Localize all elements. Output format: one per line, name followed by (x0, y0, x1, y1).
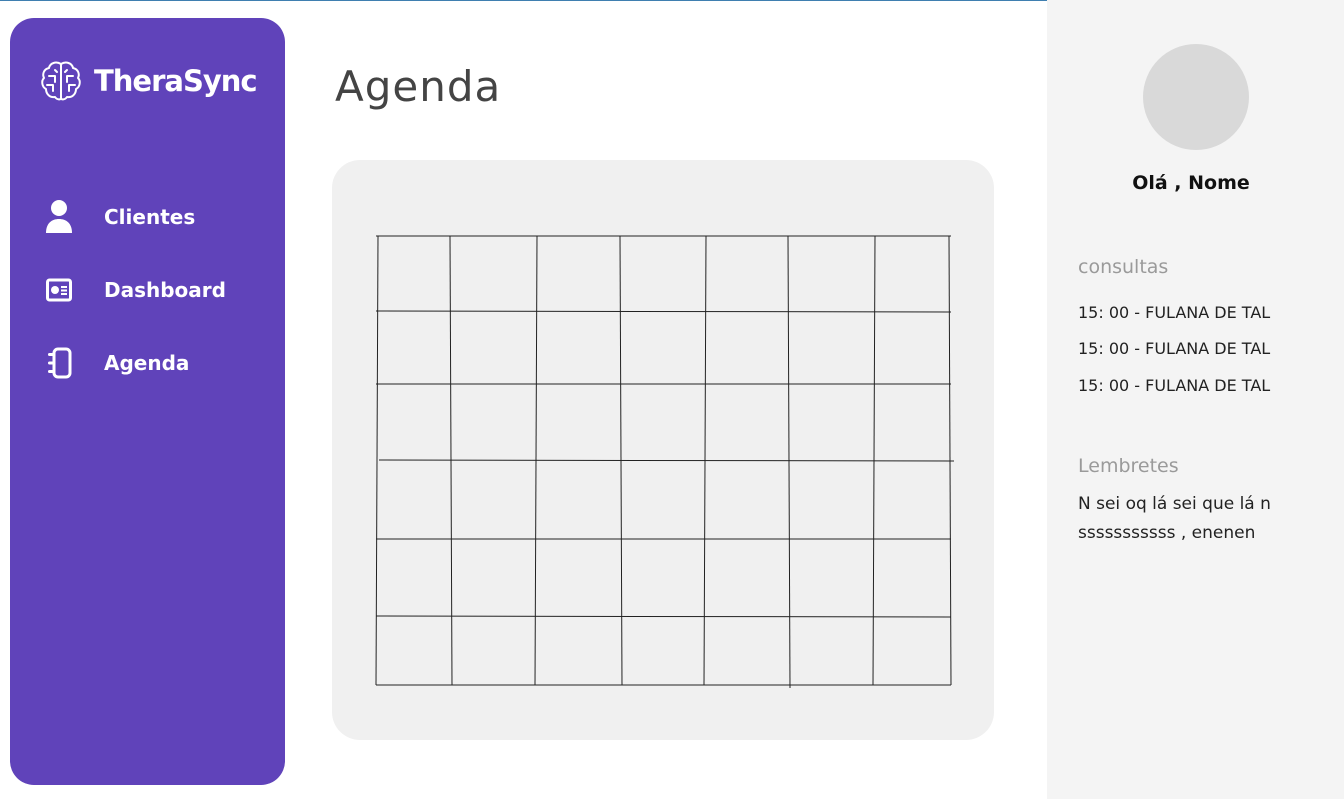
calendar-cell[interactable] (536, 384, 621, 460)
calendar-cell[interactable] (536, 236, 621, 311)
calendar-cell[interactable] (451, 236, 536, 311)
sidebar-item-agenda[interactable]: Agenda (40, 344, 189, 382)
reminder-text: N sei oq lá sei que lá n sssssssssss , e… (1078, 494, 1271, 543)
notebook-icon (40, 344, 78, 382)
calendar-cell[interactable] (789, 236, 874, 311)
calendar-cell[interactable] (874, 616, 950, 685)
profile-panel: Olá , Nome consultas 15: 00 - FULANA DE … (1047, 0, 1344, 799)
brain-icon (41, 61, 81, 101)
calendar-grid (375, 235, 954, 689)
calendar-cell[interactable] (621, 616, 705, 685)
calendar-card (332, 160, 994, 740)
calendar-cell[interactable] (377, 236, 451, 311)
list-item[interactable]: 15: 00 - FULANA DE TAL (1078, 303, 1270, 322)
calendar-cell[interactable] (536, 616, 621, 685)
calendar-cell[interactable] (874, 460, 950, 539)
calendar-cell[interactable] (621, 311, 705, 384)
calendar-cell[interactable] (705, 616, 789, 685)
calendar-cell[interactable] (451, 539, 536, 616)
calendar-cell[interactable] (451, 460, 536, 539)
calendar-cell[interactable] (705, 460, 789, 539)
calendar-cell[interactable] (621, 384, 705, 460)
dashboard-icon (40, 271, 78, 309)
calendar-cell[interactable] (536, 539, 621, 616)
calendar-cell[interactable] (789, 311, 874, 384)
sidebar-item-label: Agenda (104, 351, 190, 375)
calendar-cell[interactable] (874, 384, 950, 460)
calendar-cell[interactable] (789, 616, 874, 685)
calendar-cell[interactable] (621, 539, 705, 616)
calendar-cell[interactable] (377, 384, 451, 460)
sidebar-item-label: Dashboard (104, 278, 226, 302)
calendar-cell[interactable] (705, 539, 789, 616)
calendar-cell[interactable] (536, 311, 621, 384)
calendar-cell[interactable] (874, 311, 950, 384)
sidebar: TheraSync Clientes Dashboard Agenda (10, 18, 285, 785)
list-item[interactable]: 15: 00 - FULANA DE TAL (1078, 339, 1270, 358)
calendar-cell[interactable] (789, 539, 874, 616)
user-icon (40, 198, 78, 236)
calendar-cell[interactable] (789, 460, 874, 539)
calendar-cell[interactable] (789, 384, 874, 460)
app-logo[interactable]: TheraSync (38, 58, 258, 104)
greeting: Olá , Nome (1132, 172, 1250, 194)
calendar-cell[interactable] (705, 236, 789, 311)
calendar-cell[interactable] (377, 539, 451, 616)
calendar-cell[interactable] (705, 384, 789, 460)
calendar-cell[interactable] (377, 460, 451, 539)
avatar[interactable] (1143, 44, 1249, 150)
calendar-cell[interactable] (451, 384, 536, 460)
consultas-heading: consultas (1078, 256, 1169, 278)
calendar-cell[interactable] (451, 311, 536, 384)
calendar-cell[interactable] (705, 311, 789, 384)
calendar-cell[interactable] (451, 616, 536, 685)
page-title: Agenda (335, 62, 502, 111)
calendar-cell[interactable] (874, 236, 950, 311)
sidebar-item-clientes[interactable]: Clientes (40, 198, 195, 236)
sidebar-item-label: Clientes (104, 205, 196, 229)
calendar-cell[interactable] (377, 311, 451, 384)
sidebar-item-dashboard[interactable]: Dashboard (40, 271, 226, 309)
calendar-cell[interactable] (621, 236, 705, 311)
calendar-cell[interactable] (874, 539, 950, 616)
calendar-cell[interactable] (536, 460, 621, 539)
lembretes-heading: Lembretes (1078, 455, 1179, 477)
list-item[interactable]: 15: 00 - FULANA DE TAL (1078, 376, 1270, 395)
calendar-cell[interactable] (621, 460, 705, 539)
calendar-cell[interactable] (377, 616, 451, 685)
app-name: TheraSync (94, 64, 258, 98)
